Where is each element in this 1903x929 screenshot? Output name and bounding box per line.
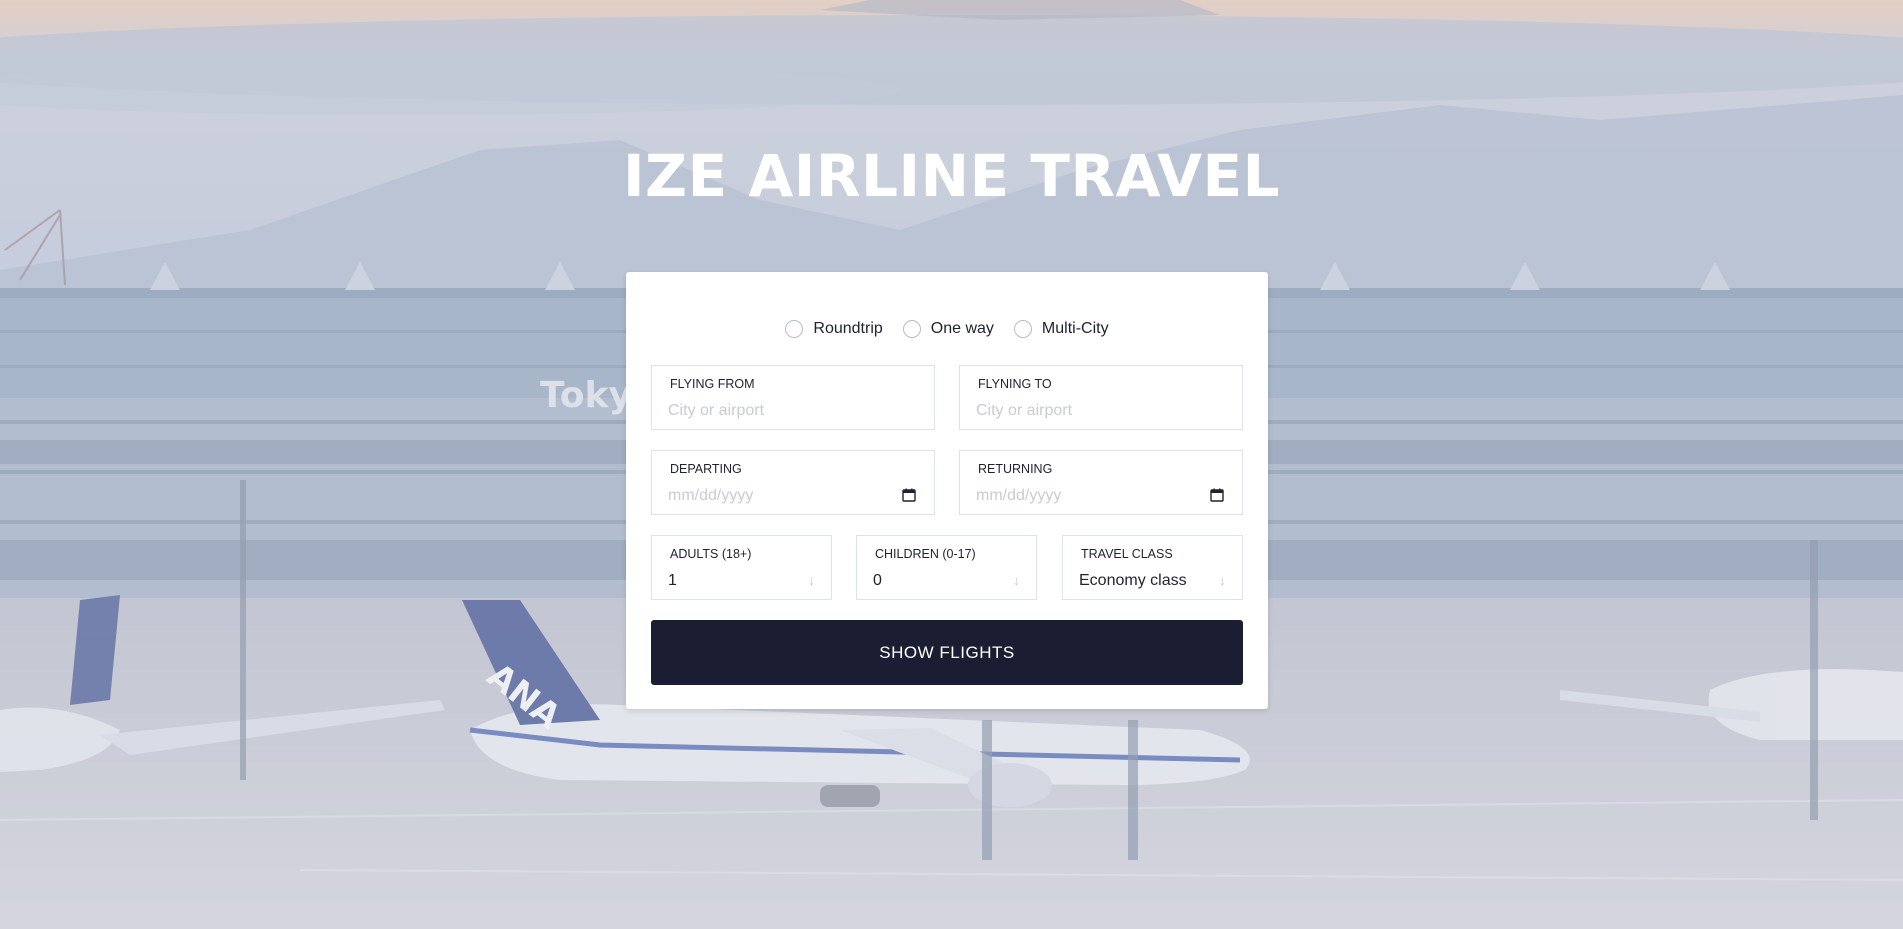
trip-type-label: Roundtrip — [813, 320, 883, 337]
flight-search-form: Roundtrip One way Multi-City FLYING FROM… — [626, 272, 1268, 709]
travel-class-value: Economy class — [1079, 572, 1187, 589]
departing-field[interactable]: DEPARTING mm/dd/yyyy — [651, 450, 935, 515]
travel-class-select[interactable]: TRAVEL CLASS Economy class ↓ — [1062, 535, 1243, 600]
flying-to-field[interactable]: FLYNING TO City or airport — [959, 365, 1243, 430]
show-flights-button[interactable]: SHOW FLIGHTS — [651, 620, 1243, 685]
children-select[interactable]: CHILDREN (0-17) 0 ↓ — [856, 535, 1037, 600]
trip-type-label: One way — [930, 320, 994, 337]
arrow-down-icon: ↓ — [808, 572, 815, 588]
arrow-down-icon: ↓ — [1219, 572, 1226, 588]
trip-type-roundtrip[interactable]: Roundtrip — [785, 320, 883, 338]
trip-type-selector: Roundtrip One way Multi-City — [626, 320, 1268, 338]
children-label: CHILDREN (0-17) — [875, 547, 976, 561]
travel-class-label: TRAVEL CLASS — [1081, 547, 1173, 561]
trip-type-multi-city[interactable]: Multi-City — [1013, 320, 1109, 338]
calendar-icon[interactable] — [902, 488, 916, 502]
returning-date-input[interactable]: mm/dd/yyyy — [976, 487, 1061, 505]
returning-field[interactable]: RETURNING mm/dd/yyyy — [959, 450, 1243, 515]
flying-from-label: FLYING FROM — [670, 377, 755, 391]
flying-to-label: FLYNING TO — [978, 377, 1052, 391]
flying-from-field[interactable]: FLYING FROM City or airport — [651, 365, 935, 430]
page-title: IZE AIRLINE TRAVEL — [622, 142, 1281, 210]
radio-button[interactable] — [902, 320, 921, 338]
radio-button[interactable] — [1013, 320, 1032, 338]
radio-button[interactable] — [785, 320, 804, 338]
adults-value: 1 — [668, 572, 677, 589]
calendar-icon[interactable] — [1210, 488, 1224, 502]
departing-label: DEPARTING — [670, 462, 742, 476]
adults-select[interactable]: ADULTS (18+) 1 ↓ — [651, 535, 832, 600]
trip-type-one-way[interactable]: One way — [902, 320, 994, 338]
returning-label: RETURNING — [978, 462, 1053, 476]
departing-date-input[interactable]: mm/dd/yyyy — [668, 487, 753, 505]
adults-label: ADULTS (18+) — [670, 547, 752, 561]
children-value: 0 — [873, 572, 882, 589]
arrow-down-icon: ↓ — [1013, 572, 1020, 588]
flying-from-input[interactable]: City or airport — [668, 402, 764, 420]
trip-type-label: Multi-City — [1041, 320, 1109, 337]
flying-to-input[interactable]: City or airport — [976, 402, 1072, 420]
